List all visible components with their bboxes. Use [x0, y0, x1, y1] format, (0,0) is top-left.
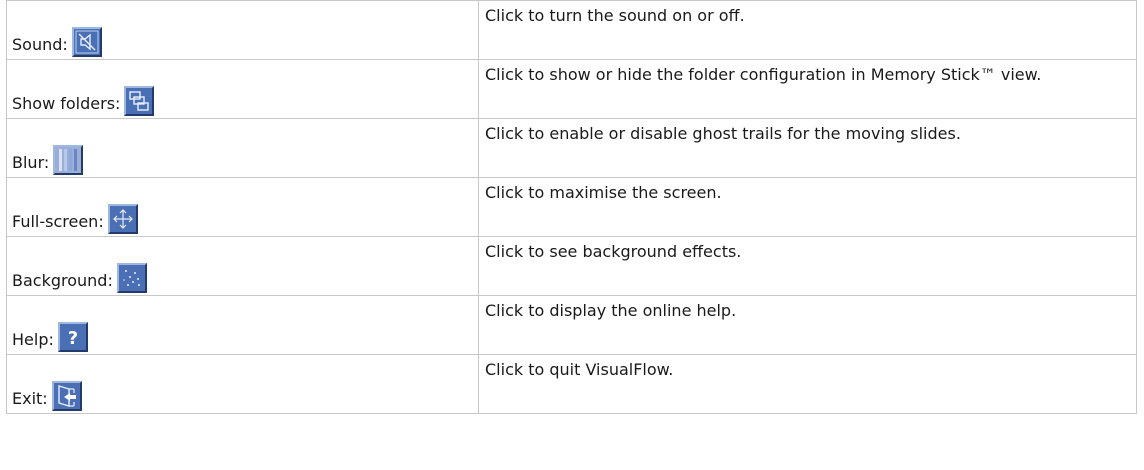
table-row: Background: Click to see background effe…	[6, 236, 1137, 296]
label-cell: Full-screen:	[6, 177, 479, 237]
background-label: Background:	[12, 271, 113, 290]
table-row: Show folders: Click to show or hide the …	[6, 59, 1137, 119]
table-row: Blur: Click to enable or disable ghost t…	[6, 118, 1137, 178]
description-cell: Click to show or hide the folder configu…	[478, 59, 1137, 119]
label-cell: Background:	[6, 236, 479, 296]
table-row: Help: ? Click to display the online help…	[6, 295, 1137, 355]
button-reference-table: Sound: Click to turn the sound on or off…	[6, 0, 1137, 414]
speaker-muted-icon[interactable]	[71, 27, 102, 57]
background-sparkle-icon[interactable]	[116, 263, 147, 293]
table-row: Sound: Click to turn the sound on or off…	[6, 0, 1137, 60]
table-row: Full-screen: Click to maximise the scree…	[6, 177, 1137, 237]
svg-text:?: ?	[68, 328, 78, 349]
label-cell: Help: ?	[6, 295, 479, 355]
description-cell: Click to display the online help.	[478, 295, 1137, 355]
description-cell: Click to enable or disable ghost trails …	[478, 118, 1137, 178]
label-cell: Blur:	[6, 118, 479, 178]
description-cell: Click to quit VisualFlow.	[478, 354, 1137, 414]
description-cell: Click to maximise the screen.	[478, 177, 1137, 237]
show-folders-label: Show folders:	[12, 94, 121, 113]
exit-door-icon[interactable]	[51, 381, 82, 411]
description-cell: Click to see background effects.	[478, 236, 1137, 296]
exit-label: Exit:	[12, 389, 48, 408]
description-cell: Click to turn the sound on or off.	[478, 0, 1137, 60]
full-screen-label: Full-screen:	[12, 212, 104, 231]
table-row: Exit: Click to quit VisualFlow.	[6, 354, 1137, 414]
label-cell: Sound:	[6, 0, 479, 60]
controls-table: Sound: Click to turn the sound on or off…	[6, 0, 1137, 414]
blur-label: Blur:	[12, 153, 50, 172]
label-cell: Exit:	[6, 354, 479, 414]
sound-label: Sound:	[12, 35, 68, 54]
help-question-icon[interactable]: ?	[57, 322, 88, 352]
help-label: Help:	[12, 330, 54, 349]
folders-icon[interactable]	[124, 86, 155, 116]
fullscreen-arrows-icon[interactable]	[107, 204, 138, 234]
label-cell: Show folders:	[6, 59, 479, 119]
blur-icon[interactable]	[53, 145, 84, 175]
